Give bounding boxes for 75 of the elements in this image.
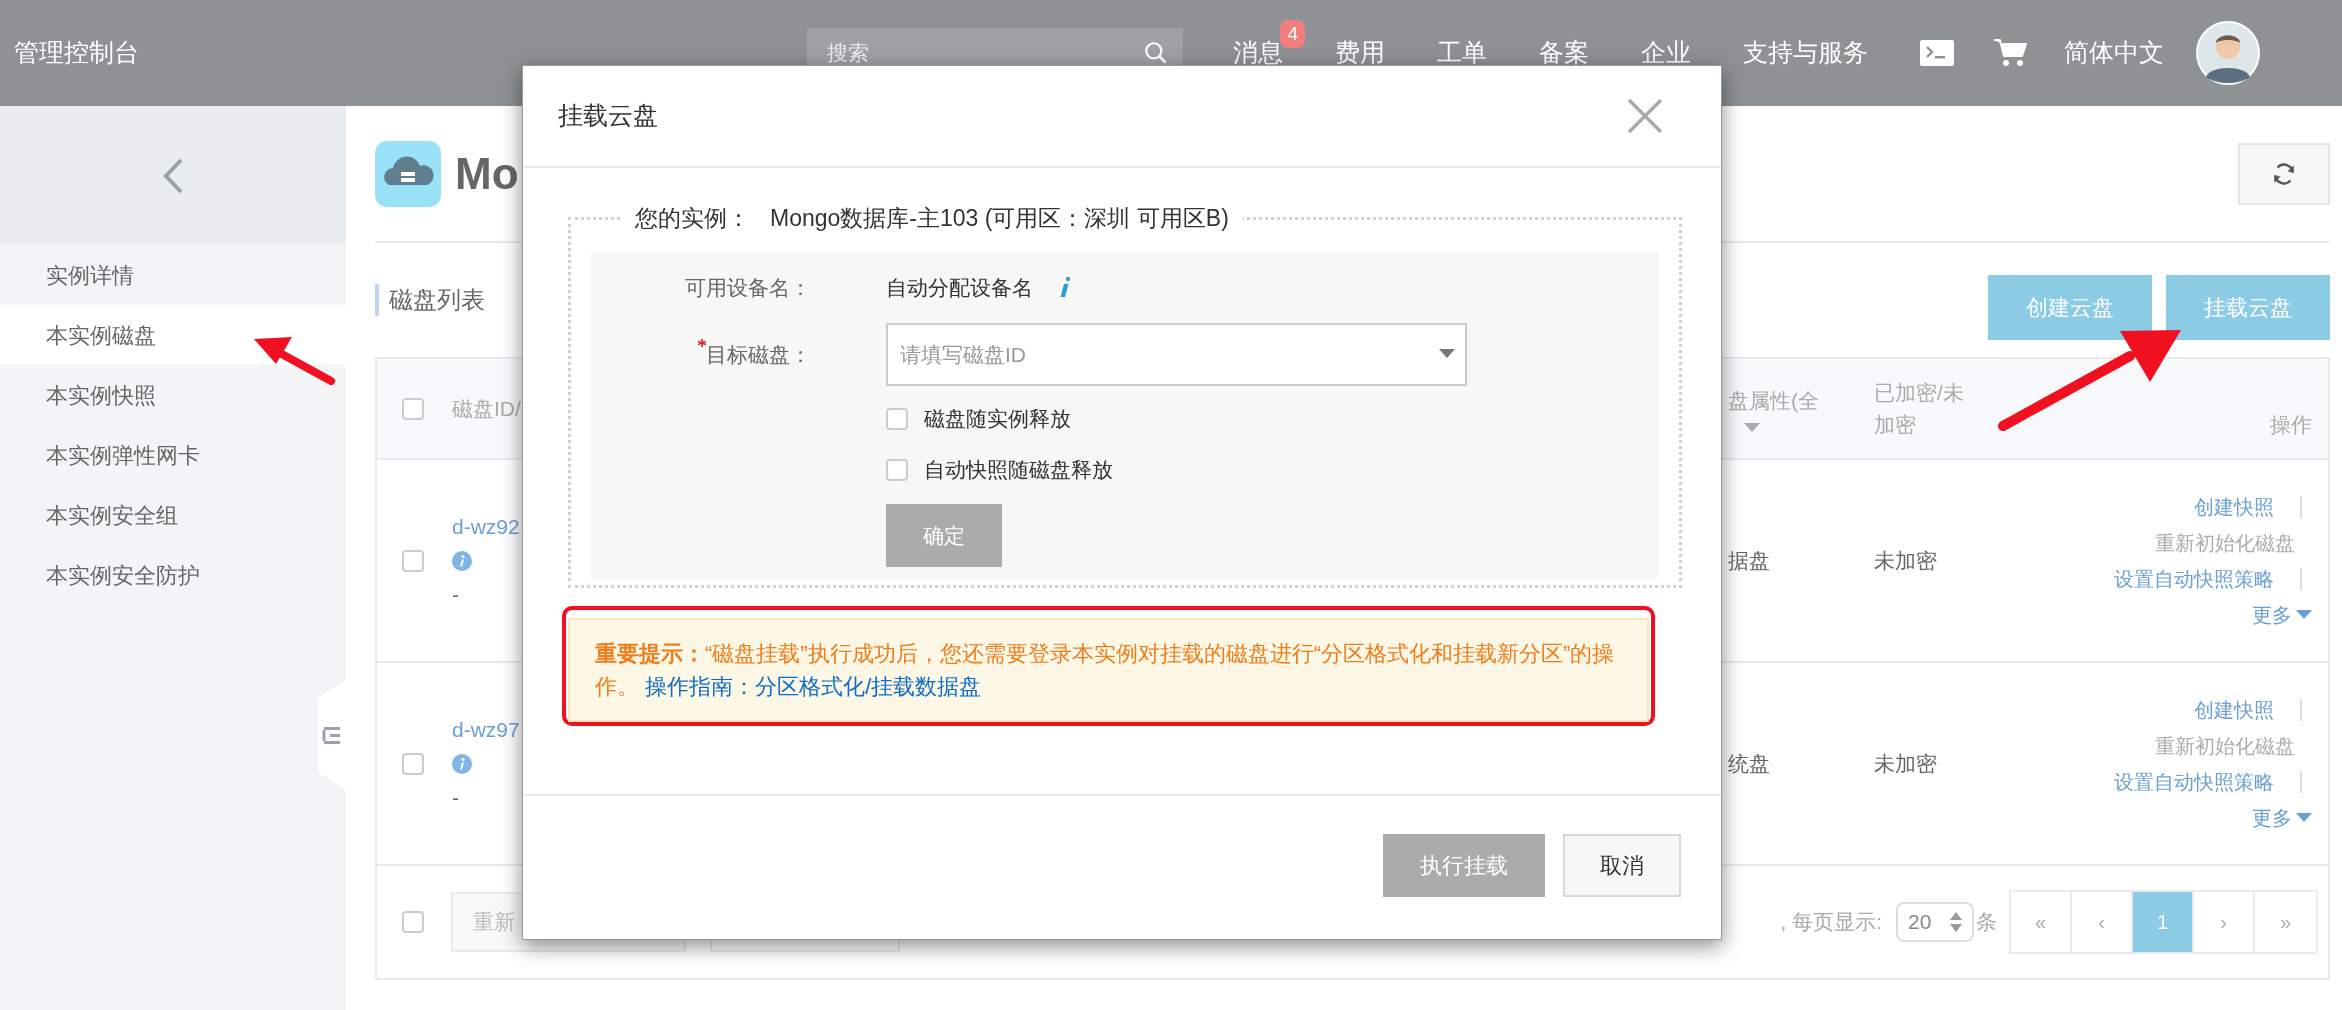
nav-link[interactable]: 备案 (1539, 38, 1589, 67)
action-link[interactable]: 设置自动快照策略 (2114, 765, 2274, 798)
page-size-label: , 每页显示: (1780, 909, 1882, 936)
dialog-button[interactable]: 取消 (1563, 834, 1681, 897)
pagination-button[interactable]: 1 (2133, 892, 2194, 952)
close-button[interactable] (1625, 96, 1665, 136)
info-icon[interactable] (452, 550, 472, 571)
back-icon[interactable] (162, 156, 184, 195)
more-menu[interactable]: 更多 (2252, 801, 2312, 834)
disk-note: - (452, 784, 460, 811)
checkbox[interactable] (402, 752, 424, 775)
action-link[interactable]: 设置自动快照策略 (2114, 562, 2274, 595)
action-button[interactable]: 挂载云盘 (2166, 275, 2330, 340)
info-icon[interactable] (1059, 276, 1071, 299)
search-icon[interactable] (1143, 40, 1169, 66)
checkbox[interactable] (886, 408, 908, 430)
caret-icon (2296, 609, 2312, 620)
more-menu[interactable]: 更多 (2252, 598, 2312, 631)
column-header: 操作 (2270, 412, 2312, 436)
language-selector[interactable]: 简体中文 (2064, 34, 2164, 72)
checkbox-label: 自动快照随磁盘释放 (924, 457, 1113, 484)
page-size-unit: 条 (1976, 909, 1997, 936)
page-size-select[interactable]: 20 (1896, 902, 1974, 942)
table-cell-text: 未加密 (1873, 547, 1938, 574)
nav-link[interactable]: 消息 (1233, 38, 1283, 67)
disk-note: - (452, 581, 460, 608)
table-cell-text: 据盘 (1727, 547, 1771, 574)
column-header: 盘属性(全 (1728, 388, 1819, 412)
checkbox[interactable] (402, 911, 424, 933)
instance-name: Mongo数据库-主103 (可用区：深圳 可用区B) (770, 204, 1229, 233)
sort-caret-icon[interactable] (1744, 422, 1760, 433)
terminal-icon[interactable] (1920, 40, 1954, 66)
info-icon[interactable] (452, 753, 472, 774)
sidebar-item[interactable]: 本实例弹性网卡 (0, 425, 346, 485)
checkbox[interactable] (402, 549, 424, 572)
notification-badge: 4 (1280, 20, 1305, 49)
guide-link[interactable]: 操作指南：分区格式化/挂载数据盘 (645, 674, 982, 699)
field-label: 可用设备名： (685, 274, 811, 301)
nav-link[interactable]: 费用 (1335, 38, 1385, 67)
action-button[interactable]: 创建云盘 (1988, 275, 2152, 340)
refresh-button[interactable] (2238, 142, 2330, 205)
checkbox-label: 磁盘随实例释放 (924, 406, 1071, 433)
notice-text: 重要提示：“磁盘挂载”执行成功后，您还需要登录本实例对挂载的磁盘进行“分区格式化和挂载新分区”的操作。 操作指南：分区格式化/挂载数据盘 (595, 640, 1616, 701)
column-header: 已加密/未加密 (1874, 380, 1964, 436)
checkbox[interactable] (886, 459, 908, 481)
action-link[interactable]: 创建快照 (2194, 693, 2274, 726)
close-icon (1627, 98, 1663, 134)
sidebar-item[interactable]: 本实例安全防护 (0, 545, 346, 605)
instance-label: 您的实例： (635, 204, 750, 233)
avatar[interactable] (2196, 21, 2260, 85)
caret-icon (2296, 812, 2312, 823)
nav-link[interactable]: 工单 (1437, 38, 1487, 67)
console-title[interactable]: 管理控制台 (14, 34, 807, 72)
table-cell-text: 统盘 (1727, 750, 1771, 777)
sidebar-item[interactable]: 本实例快照 (0, 365, 346, 425)
nav-link[interactable]: 支持与服务 (1743, 38, 1868, 67)
table-cell-text: 未加密 (1873, 750, 1938, 777)
sidebar-item[interactable]: 本实例安全组 (0, 485, 346, 545)
refresh-icon (2271, 160, 2297, 187)
sidebar-item[interactable]: 实例详情 (0, 245, 346, 305)
dialog-title: 挂载云盘 (558, 100, 658, 132)
disk-select[interactable]: 请填写磁盘ID (886, 323, 1467, 386)
required-icon (698, 338, 706, 347)
section-title: 磁盘列表 (375, 284, 485, 316)
cart-icon[interactable] (1994, 38, 2028, 68)
stepper-icon (1950, 911, 1962, 933)
checkbox[interactable] (402, 397, 424, 420)
field-label: 目标磁盘： (706, 341, 811, 368)
nav-link[interactable]: 企业 (1641, 38, 1691, 67)
action-link[interactable]: 创建快照 (2194, 490, 2274, 523)
column-header: 磁盘ID/ (452, 396, 521, 420)
sidebar-item[interactable]: 本实例磁盘 (0, 305, 346, 365)
field-value: 自动分配设备名 (886, 274, 1033, 301)
page-title: Mo (455, 147, 519, 200)
collapse-handle[interactable] (318, 680, 346, 790)
